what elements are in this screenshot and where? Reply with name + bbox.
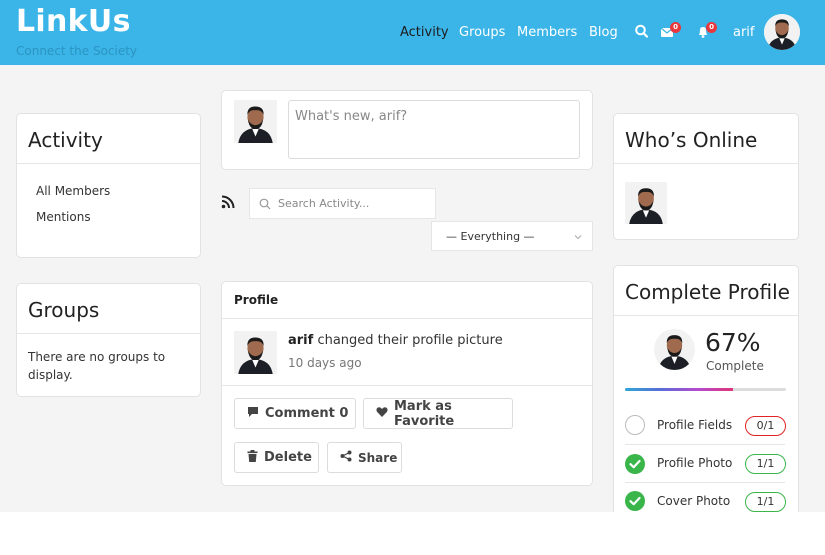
whos-online-title: Who’s Online <box>625 128 758 152</box>
site-tagline: Connect the Society <box>16 44 138 58</box>
link-mentions[interactable]: Mentions <box>36 210 91 224</box>
cover-photo-count: 1/1 <box>745 492 786 512</box>
groups-empty-text: There are no groups to display. <box>28 350 166 382</box>
link-all-members[interactable]: All Members <box>36 184 110 198</box>
delete-button[interactable]: Delete <box>234 442 319 473</box>
filter-selected-value: — Everything — <box>446 230 535 243</box>
nav-activity[interactable]: Activity <box>400 25 449 40</box>
profile-fields-status-icon <box>625 415 645 435</box>
activity-text: arif changed their profile picture <box>288 333 503 348</box>
search-activity-input[interactable]: Search Activity... <box>249 188 436 219</box>
site-header: LinkUs Connect the Society Activity Grou… <box>0 0 825 65</box>
cover-photo-label: Cover Photo <box>657 494 731 508</box>
row-divider <box>625 444 785 445</box>
profile-progress-fill <box>625 388 733 391</box>
activity-filter-select[interactable]: — Everything — <box>431 221 593 251</box>
nav-members[interactable]: Members <box>517 25 577 40</box>
activity-widget: Activity All Members Mentions <box>16 113 201 258</box>
messages-badge: 0 <box>670 22 681 33</box>
favorite-label: Mark as Favorite <box>394 398 455 429</box>
check-circle-icon <box>625 491 645 511</box>
activity-time[interactable]: 10 days ago <box>288 356 362 370</box>
widget-divider <box>17 163 200 164</box>
user-name[interactable]: arif <box>733 25 755 40</box>
groups-widget-title: Groups <box>28 298 100 322</box>
whos-online-widget: Who’s Online <box>613 113 799 240</box>
card-divider <box>222 385 592 386</box>
profile-fields-count: 0/1 <box>745 416 786 436</box>
trash-icon <box>247 449 258 466</box>
nav-groups[interactable]: Groups <box>459 25 505 40</box>
profile-progress-bar <box>625 388 786 391</box>
activity-avatar[interactable] <box>234 331 277 374</box>
widget-divider <box>17 333 200 334</box>
share-icon <box>340 450 352 465</box>
profile-fields-label: Profile Fields <box>657 418 733 432</box>
site-logo[interactable]: LinkUs <box>16 4 131 39</box>
search-icon <box>259 198 271 213</box>
post-box: What's new, arif? <box>221 90 593 170</box>
favorite-button[interactable]: Mark as Favorite <box>363 398 513 429</box>
comment-icon <box>247 406 259 422</box>
comment-label: Comment 0 <box>265 406 349 421</box>
share-label: Share <box>358 450 398 465</box>
rss-icon[interactable] <box>221 194 235 209</box>
user-avatar[interactable] <box>764 14 800 50</box>
widget-divider <box>614 163 798 164</box>
comment-button[interactable]: Comment 0 <box>234 398 356 429</box>
share-button[interactable]: Share <box>327 442 402 473</box>
row-divider <box>625 482 785 483</box>
search-icon[interactable] <box>634 23 652 41</box>
post-box-avatar[interactable] <box>234 100 277 143</box>
delete-label: Delete <box>264 450 312 465</box>
profile-complete-label: Complete <box>706 359 764 373</box>
chevron-down-icon <box>574 231 582 244</box>
activity-user-link[interactable]: arif <box>288 333 313 348</box>
nav-blog[interactable]: Blog <box>589 25 618 40</box>
groups-widget: Groups There are no groups to display. <box>16 283 201 397</box>
bottom-blank-area <box>0 512 825 555</box>
check-circle-icon <box>625 454 645 474</box>
profile-avatar[interactable] <box>654 329 695 370</box>
activity-item-heading: Profile <box>234 293 279 307</box>
profile-photo-count: 1/1 <box>745 454 786 474</box>
notifications-badge: 0 <box>706 22 717 33</box>
online-user-avatar[interactable] <box>625 182 667 224</box>
search-placeholder: Search Activity... <box>278 197 370 210</box>
complete-profile-widget: Complete Profile 67% Complete Profile Fi… <box>613 265 799 515</box>
widget-divider <box>614 315 798 316</box>
heart-icon <box>376 406 388 422</box>
card-divider <box>222 318 592 319</box>
activity-action: changed their profile picture <box>317 333 503 348</box>
profile-photo-label: Profile Photo <box>657 456 733 470</box>
profile-percent: 67% <box>705 328 761 357</box>
whats-new-input[interactable]: What's new, arif? <box>288 100 580 159</box>
activity-item-card: Profile arif changed their profile pictu… <box>221 281 593 486</box>
complete-profile-title: Complete Profile <box>625 280 790 304</box>
activity-widget-title: Activity <box>28 128 103 152</box>
